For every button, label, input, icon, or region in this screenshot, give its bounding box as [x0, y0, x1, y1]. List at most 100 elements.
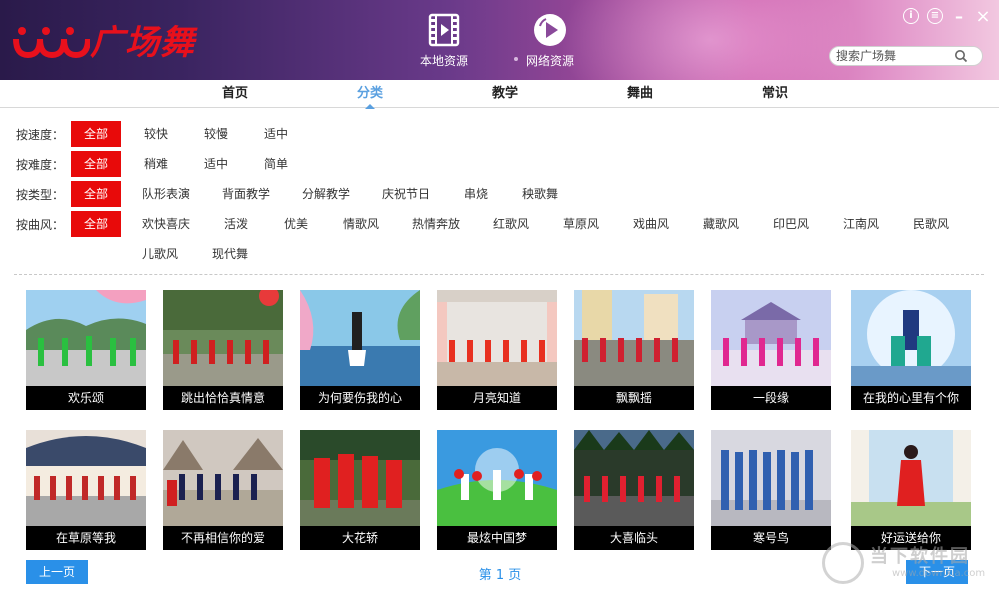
filter-option[interactable]: 全部 — [71, 151, 121, 177]
filter-option[interactable]: 现代舞 — [212, 241, 248, 267]
video-thumbnail — [851, 290, 971, 386]
net-resource-button[interactable]: 网络资源 — [526, 12, 574, 69]
filter-option[interactable]: 全部 — [71, 181, 121, 207]
search-input[interactable] — [836, 49, 954, 63]
video-card[interactable]: 在草原等我 — [26, 430, 146, 550]
filter-option[interactable]: 戏曲风 — [633, 211, 669, 237]
filter-label-type: 按类型： — [16, 188, 65, 202]
filter-option[interactable]: 较慢 — [204, 121, 228, 147]
filter-option[interactable]: 热情奔放 — [412, 211, 460, 237]
filter-option[interactable]: 全部 — [71, 211, 121, 237]
video-thumbnail — [574, 290, 694, 386]
filter-label-style: 按曲风： — [16, 218, 65, 232]
tab-category[interactable]: 分类 — [340, 80, 400, 109]
play-circle-icon — [532, 12, 568, 48]
video-thumbnail — [163, 430, 283, 526]
local-resource-button[interactable]: 本地资源 — [420, 12, 468, 69]
video-title: 在我的心里有个你 — [851, 386, 971, 410]
filter-option[interactable]: 优美 — [284, 211, 308, 237]
filter-option[interactable]: 红歌风 — [493, 211, 529, 237]
filter-row-speed: 按速度： 全部 较快 较慢 适中 — [0, 121, 999, 147]
filter-row-style: 按曲风： 全部 欢快喜庆 活泼 优美 情歌风 热情奔放 红歌风 草原风 戏曲风 … — [0, 211, 999, 237]
video-title: 欢乐颂 — [26, 386, 146, 410]
filter-option[interactable]: 全部 — [71, 121, 121, 147]
local-resource-label: 本地资源 — [420, 54, 469, 68]
video-card[interactable]: 一段缘 — [711, 290, 831, 410]
filter-row-style-2: 儿歌风 现代舞 — [0, 241, 999, 267]
filter-option[interactable]: 适中 — [204, 151, 228, 177]
filter-option[interactable]: 稍难 — [144, 151, 168, 177]
filter-option[interactable]: 儿歌风 — [142, 241, 178, 267]
close-icon[interactable]: × — [975, 6, 991, 27]
filter-option[interactable]: 秧歌舞 — [522, 181, 558, 207]
video-thumbnail — [574, 430, 694, 526]
video-title: 在草原等我 — [26, 526, 146, 550]
video-card[interactable]: 最炫中国梦 — [437, 430, 557, 550]
video-title: 飘飘摇 — [574, 386, 694, 410]
filter-option[interactable]: 适中 — [264, 121, 288, 147]
logo-text: 广场舞 — [90, 22, 195, 63]
filter-option[interactable]: 简单 — [264, 151, 288, 177]
video-thumbnail — [300, 430, 420, 526]
minimize-icon[interactable]: – — [951, 7, 967, 26]
video-thumbnail — [711, 430, 831, 526]
app-header: 广场舞 本地资源 网络资源 i ≡ – × 搜索广场舞 — [0, 0, 999, 80]
video-card[interactable]: 为何要伤我的心 — [300, 290, 420, 410]
video-title: 月亮知道 — [437, 386, 557, 410]
filter-label-difficulty: 按难度： — [16, 158, 65, 172]
video-card[interactable]: 大喜临头 — [574, 430, 694, 550]
video-thumbnail — [300, 290, 420, 386]
filter-option[interactable]: 情歌风 — [343, 211, 379, 237]
video-card[interactable]: 好运送给你 — [851, 430, 971, 550]
video-card[interactable]: 寒号鸟 — [711, 430, 831, 550]
video-thumbnail — [711, 290, 831, 386]
tab-knowledge[interactable]: 常识 — [745, 80, 805, 108]
app-logo: 广场舞 — [12, 14, 195, 64]
video-card[interactable]: 飘飘摇 — [574, 290, 694, 410]
filter-option[interactable]: 民歌风 — [913, 211, 949, 237]
filter-option[interactable]: 较快 — [144, 121, 168, 147]
main-tabs: 首页 分类 教学 舞曲 常识 — [0, 80, 999, 109]
filter-option[interactable]: 庆祝节日 — [382, 181, 430, 207]
net-resource-label: 网络资源 — [526, 54, 575, 68]
search-icon[interactable] — [954, 49, 968, 63]
video-title: 跳出恰恰真情意 — [163, 386, 283, 410]
filter-row-difficulty: 按难度： 全部 稍难 适中 简单 — [0, 151, 999, 177]
tab-home[interactable]: 首页 — [205, 80, 265, 108]
video-card[interactable]: 不再相信你的爱 — [163, 430, 283, 550]
video-title: 大喜临头 — [574, 526, 694, 550]
tab-teaching[interactable]: 教学 — [475, 80, 535, 108]
video-thumbnail — [26, 430, 146, 526]
video-title: 最炫中国梦 — [437, 526, 557, 550]
filter-option[interactable]: 藏歌风 — [703, 211, 739, 237]
info-icon[interactable]: i — [903, 8, 919, 24]
filter-option[interactable]: 分解教学 — [302, 181, 350, 207]
page-indicator: 第 1 页 — [478, 568, 522, 583]
video-card[interactable]: 大花轿 — [300, 430, 420, 550]
video-title: 不再相信你的爱 — [163, 526, 283, 550]
filter-label-speed: 按速度： — [16, 128, 65, 142]
resource-separator — [514, 57, 518, 61]
prev-page-button[interactable]: 上一页 — [26, 560, 88, 584]
video-title: 为何要伤我的心 — [300, 386, 420, 410]
tab-music[interactable]: 舞曲 — [610, 80, 670, 108]
video-card[interactable]: 在我的心里有个你 — [851, 290, 971, 410]
video-card[interactable]: 跳出恰恰真情意 — [163, 290, 283, 410]
video-title: 好运送给你 — [851, 526, 971, 550]
filter-option[interactable]: 背面教学 — [222, 181, 270, 207]
filter-option[interactable]: 串烧 — [464, 181, 488, 207]
filter-option[interactable]: 印巴风 — [773, 211, 809, 237]
filter-option[interactable]: 队形表演 — [142, 181, 190, 207]
video-thumbnail — [437, 430, 557, 526]
filter-option[interactable]: 江南风 — [843, 211, 879, 237]
menu-icon[interactable]: ≡ — [927, 8, 943, 24]
filter-option[interactable]: 欢快喜庆 — [142, 211, 190, 237]
filter-option[interactable]: 活泼 — [224, 211, 248, 237]
video-card[interactable]: 月亮知道 — [437, 290, 557, 410]
video-card[interactable]: 欢乐颂 — [26, 290, 146, 410]
next-page-button[interactable]: 下一页 — [906, 560, 968, 584]
video-thumbnail — [26, 290, 146, 386]
video-thumbnail — [163, 290, 283, 386]
section-divider — [14, 274, 984, 275]
filter-option[interactable]: 草原风 — [563, 211, 599, 237]
